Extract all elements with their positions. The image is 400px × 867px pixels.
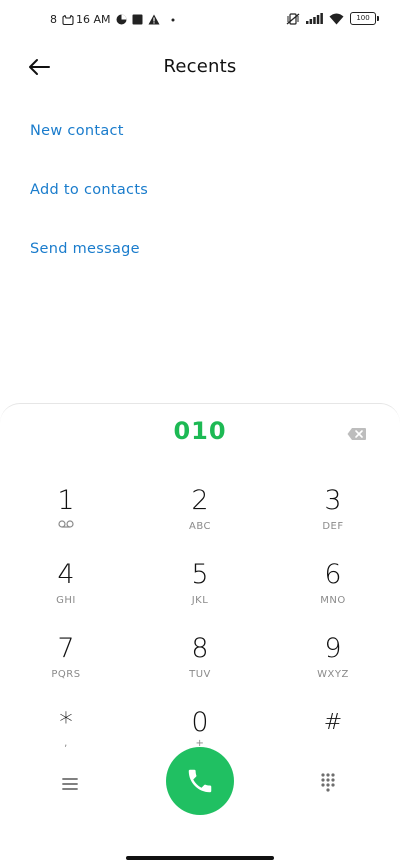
key-digit: 7 — [57, 633, 75, 664]
key-digit: 2 — [191, 485, 209, 516]
voicemail-icon — [11, 520, 121, 531]
status-right: 100 — [286, 12, 379, 25]
key-digit: 4 — [57, 559, 75, 590]
key-letters: GHI — [56, 595, 76, 606]
key-letters: WXYZ — [317, 669, 349, 680]
keypad-toggle-button[interactable] — [316, 771, 340, 795]
key-letters: TUV — [189, 669, 211, 680]
signal-strength-icon — [306, 13, 323, 24]
status-time-prefix: 8 — [50, 13, 57, 26]
key-1[interactable]: 1 — [11, 484, 121, 548]
backspace-icon — [347, 428, 366, 440]
new-contact-link[interactable]: New contact — [30, 116, 148, 175]
wifi-icon — [329, 13, 344, 25]
send-message-link[interactable]: Send message — [30, 234, 148, 293]
key-letters: ABC — [188, 521, 211, 532]
key-2[interactable]: 2 ABC — [145, 484, 255, 548]
notification-square-icon — [132, 14, 143, 25]
status-time: 16 AM — [76, 13, 111, 26]
key-digit: 3 — [324, 485, 342, 516]
backspace-button[interactable] — [347, 426, 367, 440]
key-digit: 8 — [191, 633, 209, 664]
call-button[interactable] — [166, 747, 234, 815]
menu-icon — [62, 778, 78, 790]
dial-pad-sheet: 010 1 2 ABC 3 DEF 4 GHI 5 JKL 6 MNO 7 PQ… — [0, 403, 400, 867]
key-digit: 1 — [57, 485, 75, 516]
key-letters: DEF — [322, 521, 344, 532]
key-digit: * — [59, 707, 73, 738]
key-3[interactable]: 3 DEF — [278, 484, 388, 548]
key-digit: 9 — [324, 633, 342, 664]
home-indicator[interactable] — [126, 856, 274, 860]
warning-icon — [148, 14, 160, 25]
dialpad-icon — [321, 773, 335, 792]
key-6[interactable]: 6 MNO — [278, 558, 388, 622]
add-to-contacts-link[interactable]: Add to contacts — [30, 175, 148, 234]
key-digit: 5 — [191, 559, 209, 590]
key-letters: PQRS — [51, 669, 81, 680]
key-letters: MNO — [320, 595, 346, 606]
key-letters: JKL — [191, 595, 209, 606]
key-4[interactable]: 4 GHI — [11, 558, 121, 622]
key-digit: # — [323, 710, 343, 735]
dialer-bottom-row — [0, 747, 400, 827]
more-notifications-dot-icon — [171, 18, 175, 22]
key-9[interactable]: 9 WXYZ — [278, 632, 388, 696]
notification-cat-icon — [62, 14, 74, 25]
battery-icon: 100 — [350, 12, 379, 25]
status-left: 8 16 AM — [50, 13, 175, 26]
key-5[interactable]: 5 JKL — [145, 558, 255, 622]
phone-icon — [188, 769, 212, 793]
page-title: Recents — [163, 56, 237, 77]
menu-button[interactable] — [58, 772, 82, 796]
dialed-number[interactable]: 010 — [0, 417, 400, 445]
key-digit: 6 — [324, 559, 342, 590]
vibrate-mute-icon — [286, 12, 300, 25]
contact-actions: New contact Add to contacts Send message — [30, 116, 148, 293]
key-digit: 0 — [191, 707, 209, 738]
key-8[interactable]: 8 TUV — [145, 632, 255, 696]
key-7[interactable]: 7 PQRS — [11, 632, 121, 696]
notification-circle-icon — [116, 14, 127, 25]
header: Recents — [0, 44, 400, 90]
status-bar: 8 16 AM 100 — [0, 0, 400, 44]
